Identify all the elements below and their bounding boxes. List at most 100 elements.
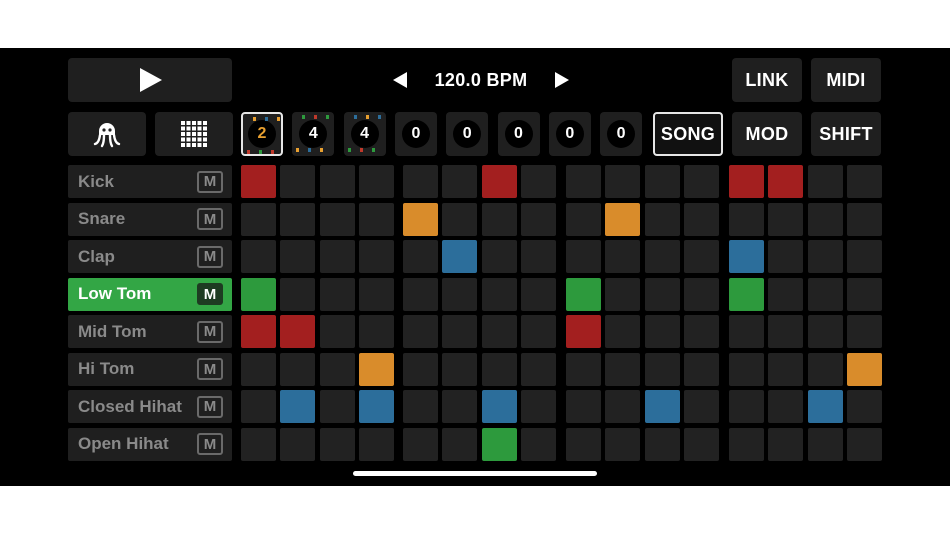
step-cell[interactable] — [481, 390, 517, 423]
step-cell[interactable] — [403, 427, 438, 461]
play-button[interactable] — [68, 58, 232, 102]
step-cell[interactable] — [683, 202, 719, 236]
step-cell[interactable] — [442, 165, 478, 198]
step-cell[interactable] — [280, 240, 316, 273]
shift-button[interactable]: SHIFT — [811, 112, 881, 156]
track-row[interactable]: Closed Hihat M — [68, 390, 232, 423]
step-cell[interactable] — [605, 240, 641, 273]
pattern-button[interactable]: 0 — [600, 112, 643, 156]
step-cell[interactable] — [442, 427, 478, 461]
step-cell[interactable] — [566, 165, 601, 198]
step-cell[interactable] — [280, 277, 316, 311]
midi-button[interactable]: MIDI — [811, 58, 881, 102]
track-row[interactable]: Open Hihat M — [68, 427, 232, 461]
pattern-button[interactable]: 0 — [394, 112, 437, 156]
step-cell[interactable] — [566, 240, 601, 273]
step-cell[interactable] — [481, 427, 517, 461]
step-cell[interactable] — [319, 315, 355, 348]
step-cell[interactable] — [481, 165, 517, 198]
step-cell[interactable] — [683, 315, 719, 348]
step-cell[interactable] — [683, 427, 719, 461]
mute-button[interactable]: M — [197, 208, 223, 230]
step-cell[interactable] — [729, 352, 764, 386]
track-row[interactable]: Hi Tom M — [68, 352, 232, 386]
step-cell[interactable] — [442, 277, 478, 311]
step-cell[interactable] — [241, 315, 276, 348]
step-cell[interactable] — [644, 165, 680, 198]
step-cell[interactable] — [644, 352, 680, 386]
step-cell[interactable] — [605, 352, 641, 386]
mute-button[interactable]: M — [197, 358, 223, 380]
step-cell[interactable] — [683, 390, 719, 423]
step-cell[interactable] — [605, 390, 641, 423]
step-cell[interactable] — [358, 315, 394, 348]
step-cell[interactable] — [319, 390, 355, 423]
step-cell[interactable] — [520, 277, 556, 311]
step-cell[interactable] — [768, 427, 804, 461]
step-cell[interactable] — [729, 240, 764, 273]
step-cell[interactable] — [644, 277, 680, 311]
track-row[interactable]: Kick M — [68, 165, 232, 198]
step-cell[interactable] — [729, 390, 764, 423]
track-row[interactable]: Snare M — [68, 202, 232, 236]
step-cell[interactable] — [280, 390, 316, 423]
step-cell[interactable] — [442, 315, 478, 348]
step-cell[interactable] — [319, 277, 355, 311]
step-cell[interactable] — [605, 202, 641, 236]
step-cell[interactable] — [846, 277, 882, 311]
step-cell[interactable] — [605, 277, 641, 311]
step-cell[interactable] — [280, 352, 316, 386]
step-cell[interactable] — [358, 390, 394, 423]
bpm-decrease-button[interactable] — [390, 58, 410, 102]
step-cell[interactable] — [241, 390, 276, 423]
step-cell[interactable] — [729, 315, 764, 348]
step-cell[interactable] — [768, 277, 804, 311]
step-cell[interactable] — [442, 390, 478, 423]
grid-button[interactable] — [155, 112, 233, 156]
step-cell[interactable] — [644, 427, 680, 461]
mute-button[interactable]: M — [197, 170, 223, 193]
bpm-increase-button[interactable] — [552, 58, 572, 102]
step-cell[interactable] — [241, 277, 276, 311]
step-cell[interactable] — [605, 427, 641, 461]
step-cell[interactable] — [846, 352, 882, 386]
mute-button[interactable]: M — [197, 245, 223, 268]
step-cell[interactable] — [683, 240, 719, 273]
track-row[interactable]: Low Tom M — [68, 277, 232, 311]
step-cell[interactable] — [358, 202, 394, 236]
step-cell[interactable] — [520, 390, 556, 423]
step-cell[interactable] — [768, 165, 804, 198]
pattern-button[interactable]: 4 — [343, 112, 386, 156]
pattern-button[interactable]: 4 — [292, 112, 335, 156]
step-cell[interactable] — [241, 352, 276, 386]
pattern-button[interactable]: 0 — [548, 112, 591, 156]
step-cell[interactable] — [358, 277, 394, 311]
step-cell[interactable] — [520, 240, 556, 273]
step-cell[interactable] — [481, 315, 517, 348]
step-cell[interactable] — [807, 427, 843, 461]
step-cell[interactable] — [807, 277, 843, 311]
step-cell[interactable] — [403, 352, 438, 386]
step-cell[interactable] — [520, 165, 556, 198]
step-cell[interactable] — [768, 390, 804, 423]
step-cell[interactable] — [442, 202, 478, 236]
step-cell[interactable] — [566, 315, 601, 348]
step-cell[interactable] — [241, 165, 276, 198]
step-cell[interactable] — [566, 352, 601, 386]
step-cell[interactable] — [241, 427, 276, 461]
step-cell[interactable] — [319, 165, 355, 198]
step-cell[interactable] — [481, 202, 517, 236]
step-cell[interactable] — [846, 315, 882, 348]
step-cell[interactable] — [280, 165, 316, 198]
step-cell[interactable] — [807, 315, 843, 348]
step-cell[interactable] — [481, 277, 517, 311]
step-cell[interactable] — [241, 240, 276, 273]
step-cell[interactable] — [280, 427, 316, 461]
step-cell[interactable] — [520, 315, 556, 348]
step-cell[interactable] — [729, 277, 764, 311]
bpm-value[interactable]: 120.0 BPM — [435, 70, 528, 91]
step-cell[interactable] — [729, 165, 764, 198]
step-cell[interactable] — [729, 202, 764, 236]
step-cell[interactable] — [319, 202, 355, 236]
step-cell[interactable] — [683, 165, 719, 198]
